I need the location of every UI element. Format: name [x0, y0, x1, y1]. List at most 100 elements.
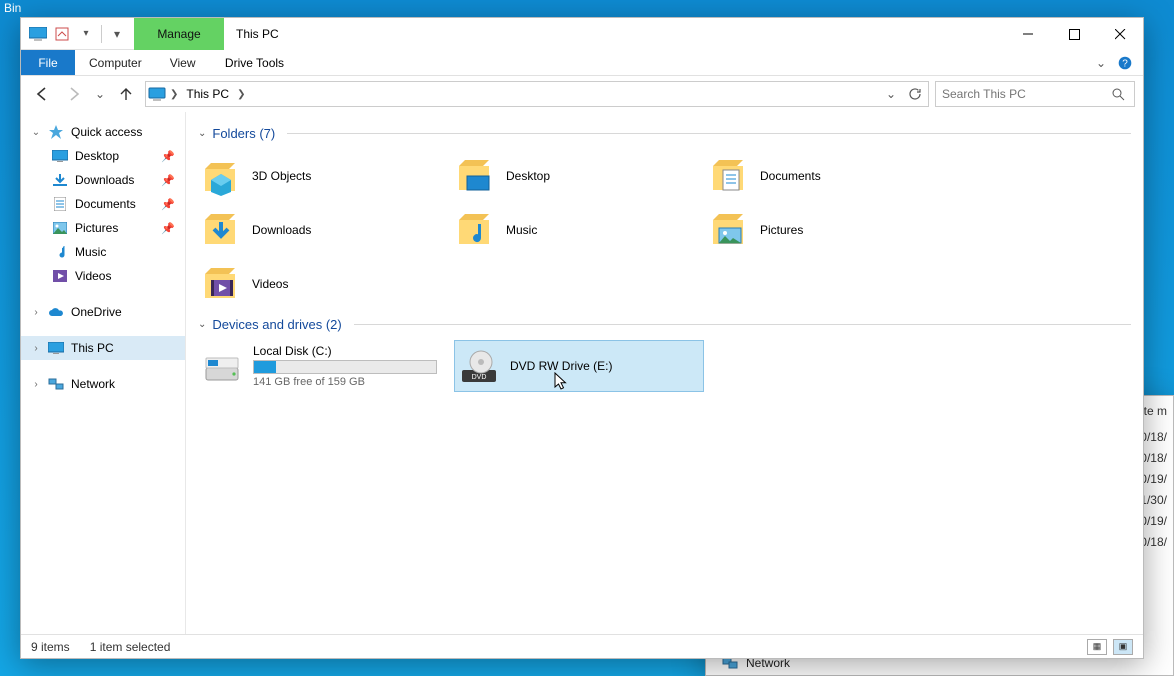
- chevron-right-icon[interactable]: ›: [31, 307, 41, 318]
- window-controls: [1005, 18, 1143, 50]
- recent-locations-icon[interactable]: ⌄: [93, 81, 107, 107]
- tree-this-pc[interactable]: ›This PC: [21, 336, 185, 360]
- pictures-folder-icon: [708, 209, 750, 251]
- tree-pictures[interactable]: Pictures📌: [21, 216, 185, 240]
- ribbon-tab-drive-tools[interactable]: Drive Tools: [209, 50, 299, 75]
- title-bar[interactable]: ▾ ▾ Manage This PC: [21, 18, 1143, 50]
- forward-button[interactable]: [61, 81, 87, 107]
- close-button[interactable]: [1097, 18, 1143, 50]
- documents-folder-icon: [708, 155, 750, 197]
- refresh-icon[interactable]: [904, 87, 926, 101]
- pictures-icon: [51, 219, 69, 237]
- divider: [101, 25, 102, 43]
- group-folders-header[interactable]: ⌄ Folders (7): [198, 126, 1131, 141]
- music-folder-icon: [454, 209, 496, 251]
- folder-videos[interactable]: Videos: [198, 257, 452, 311]
- details-view-button[interactable]: ▦: [1087, 639, 1107, 655]
- ribbon: File Computer View Drive Tools ⌄ ?: [21, 50, 1143, 76]
- network-icon: [47, 375, 65, 393]
- drive-dvd[interactable]: DVD DVD RW Drive (E:): [454, 340, 704, 392]
- minimize-button[interactable]: [1005, 18, 1051, 50]
- pin-icon: 📌: [161, 150, 175, 163]
- status-bar: 9 items 1 item selected ▦ ▣: [21, 634, 1143, 658]
- thispc-icon: [29, 25, 47, 43]
- search-icon[interactable]: [1112, 88, 1128, 101]
- hdd-icon: [201, 345, 243, 387]
- desktop-folder-icon: [454, 155, 496, 197]
- breadcrumb-thispc[interactable]: This PC: [182, 82, 233, 106]
- star-icon: [47, 123, 65, 141]
- drive-free-text: 141 GB free of 159 GB: [253, 376, 437, 388]
- videos-icon: [51, 267, 69, 285]
- 3dobjects-icon: [200, 155, 242, 197]
- folder-documents[interactable]: Documents: [706, 149, 960, 203]
- cloud-icon: [47, 303, 65, 321]
- downloads-folder-icon: [200, 209, 242, 251]
- downloads-icon: [51, 171, 69, 189]
- qat-overflow-icon[interactable]: ▾: [108, 25, 126, 43]
- content-pane: ⌄ Folders (7) 3D Objects Desktop Documen…: [186, 112, 1143, 634]
- ribbon-tab-computer[interactable]: Computer: [75, 50, 156, 75]
- search-input[interactable]: [942, 87, 1112, 101]
- quick-access-toolbar: ▾ ▾: [21, 18, 134, 50]
- tree-documents[interactable]: Documents📌: [21, 192, 185, 216]
- bg-date-column: 0/18/ 0/18/ 0/19/ 1/30/ 0/19/ 0/18/: [1140, 430, 1167, 549]
- dvd-drive-icon: DVD: [458, 345, 500, 387]
- folder-3d-objects[interactable]: 3D Objects: [198, 149, 452, 203]
- tree-onedrive[interactable]: ›OneDrive: [21, 300, 185, 324]
- drive-local-disk[interactable]: Local Disk (C:) 141 GB free of 159 GB: [198, 340, 448, 392]
- chevron-right-icon[interactable]: ›: [31, 379, 41, 390]
- documents-icon: [51, 195, 69, 213]
- pin-icon: 📌: [161, 174, 175, 187]
- monitor-icon: [47, 339, 65, 357]
- folder-desktop[interactable]: Desktop: [452, 149, 706, 203]
- ribbon-tab-view[interactable]: View: [156, 50, 210, 75]
- music-icon: [51, 243, 69, 261]
- up-button[interactable]: [113, 81, 139, 107]
- tree-downloads[interactable]: Downloads📌: [21, 168, 185, 192]
- qat-chevron-icon[interactable]: ▾: [77, 25, 95, 43]
- properties-icon[interactable]: [53, 25, 71, 43]
- tree-network[interactable]: ›Network: [21, 372, 185, 396]
- ribbon-collapse-icon[interactable]: ⌄: [1089, 50, 1113, 75]
- address-dropdown-icon[interactable]: ⌄: [882, 87, 900, 101]
- videos-folder-icon: [200, 263, 242, 305]
- explorer-window: ▾ ▾ Manage This PC File Computer View Dr…: [20, 17, 1144, 659]
- status-selection: 1 item selected: [90, 640, 171, 654]
- manage-tab[interactable]: Manage: [134, 18, 224, 50]
- folder-pictures[interactable]: Pictures: [706, 203, 960, 257]
- drive-label: DVD RW Drive (E:): [510, 359, 612, 373]
- tree-quick-access[interactable]: ⌄ Quick access: [21, 120, 185, 144]
- chevron-down-icon[interactable]: ⌄: [198, 128, 206, 139]
- pin-icon: 📌: [161, 198, 175, 211]
- tree-videos[interactable]: Videos: [21, 264, 185, 288]
- file-tab[interactable]: File: [21, 50, 75, 75]
- pin-icon: 📌: [161, 222, 175, 235]
- help-icon[interactable]: ?: [1113, 50, 1137, 75]
- chevron-down-icon[interactable]: ⌄: [31, 127, 41, 138]
- svg-text:DVD: DVD: [472, 374, 487, 381]
- maximize-button[interactable]: [1051, 18, 1097, 50]
- search-box[interactable]: [935, 81, 1135, 107]
- tree-music[interactable]: Music: [21, 240, 185, 264]
- nav-bar: ⌄ ❯ This PC ❯ ⌄: [21, 76, 1143, 112]
- back-button[interactable]: [29, 81, 55, 107]
- desktop-recycle-bin[interactable]: Bin: [4, 1, 21, 15]
- desktop-icon: [51, 147, 69, 165]
- chevron-right-icon[interactable]: ❯: [170, 89, 178, 100]
- folder-music[interactable]: Music: [452, 203, 706, 257]
- svg-text:?: ?: [1122, 58, 1128, 69]
- tiles-view-button[interactable]: ▣: [1113, 639, 1133, 655]
- chevron-down-icon[interactable]: ⌄: [198, 319, 206, 330]
- capacity-bar: [253, 360, 437, 374]
- chevron-right-icon[interactable]: ❯: [237, 89, 245, 100]
- window-title: This PC: [224, 18, 1005, 50]
- folder-downloads[interactable]: Downloads: [198, 203, 452, 257]
- navigation-pane: ⌄ Quick access Desktop📌 Downloads📌 Docum…: [21, 112, 186, 634]
- address-bar[interactable]: ❯ This PC ❯ ⌄: [145, 81, 929, 107]
- tree-desktop[interactable]: Desktop📌: [21, 144, 185, 168]
- status-item-count: 9 items: [31, 640, 70, 654]
- chevron-right-icon[interactable]: ›: [31, 343, 41, 354]
- drive-label: Local Disk (C:): [253, 344, 437, 358]
- group-drives-header[interactable]: ⌄ Devices and drives (2): [198, 317, 1131, 332]
